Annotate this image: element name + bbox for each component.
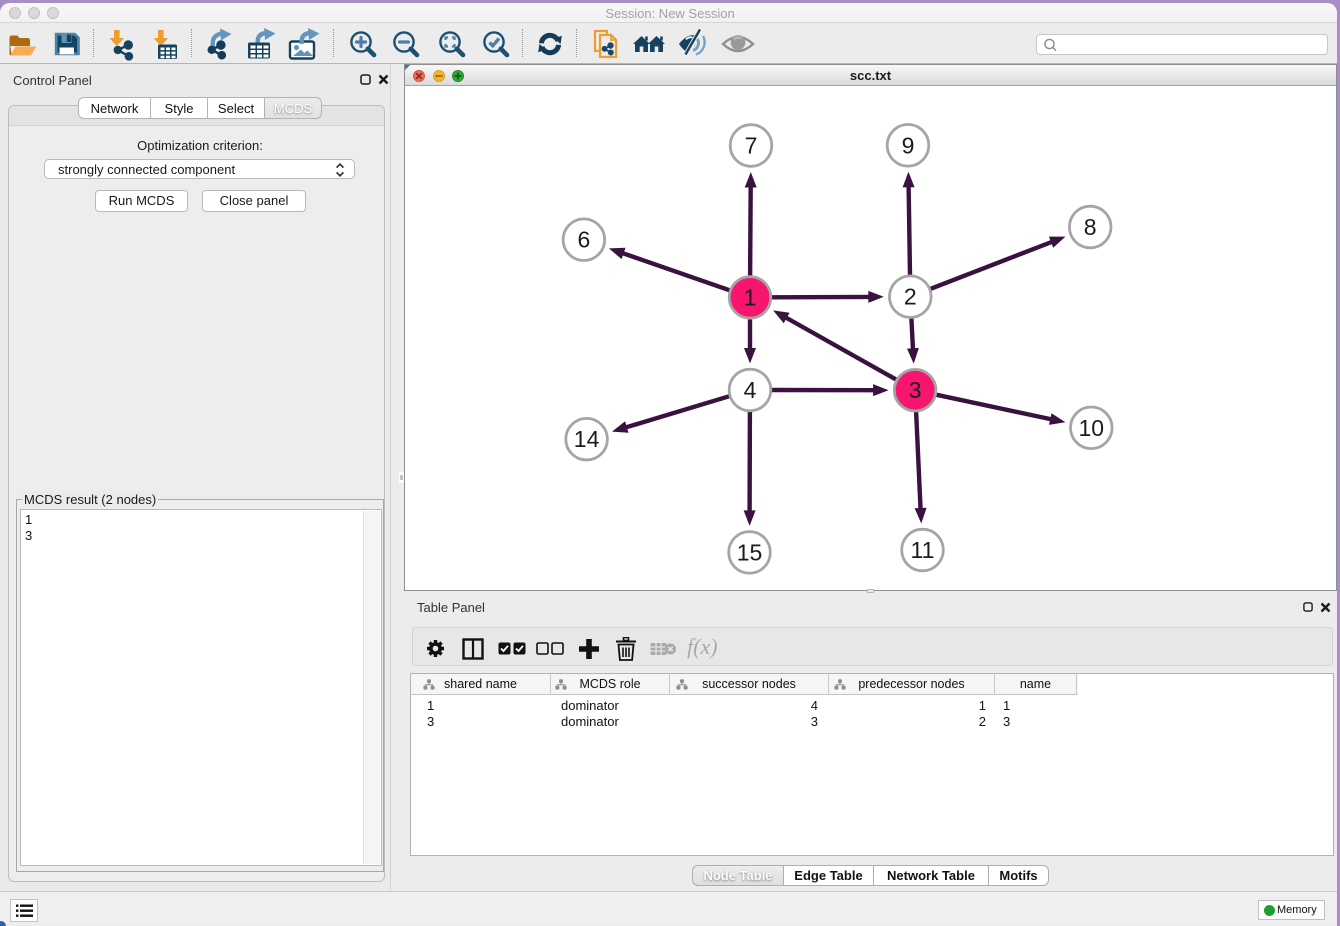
svg-text:11: 11 <box>911 537 935 563</box>
svg-text:1: 1 <box>744 284 757 310</box>
svg-text:6: 6 <box>578 227 591 253</box>
svg-text:14: 14 <box>574 426 600 452</box>
svg-text:9: 9 <box>902 132 915 158</box>
svg-text:3: 3 <box>909 377 922 403</box>
svg-text:15: 15 <box>737 539 763 565</box>
svg-text:7: 7 <box>745 133 758 159</box>
svg-text:10: 10 <box>1079 415 1105 441</box>
svg-text:8: 8 <box>1084 214 1097 240</box>
svg-text:4: 4 <box>744 377 757 403</box>
svg-text:2: 2 <box>904 284 917 310</box>
